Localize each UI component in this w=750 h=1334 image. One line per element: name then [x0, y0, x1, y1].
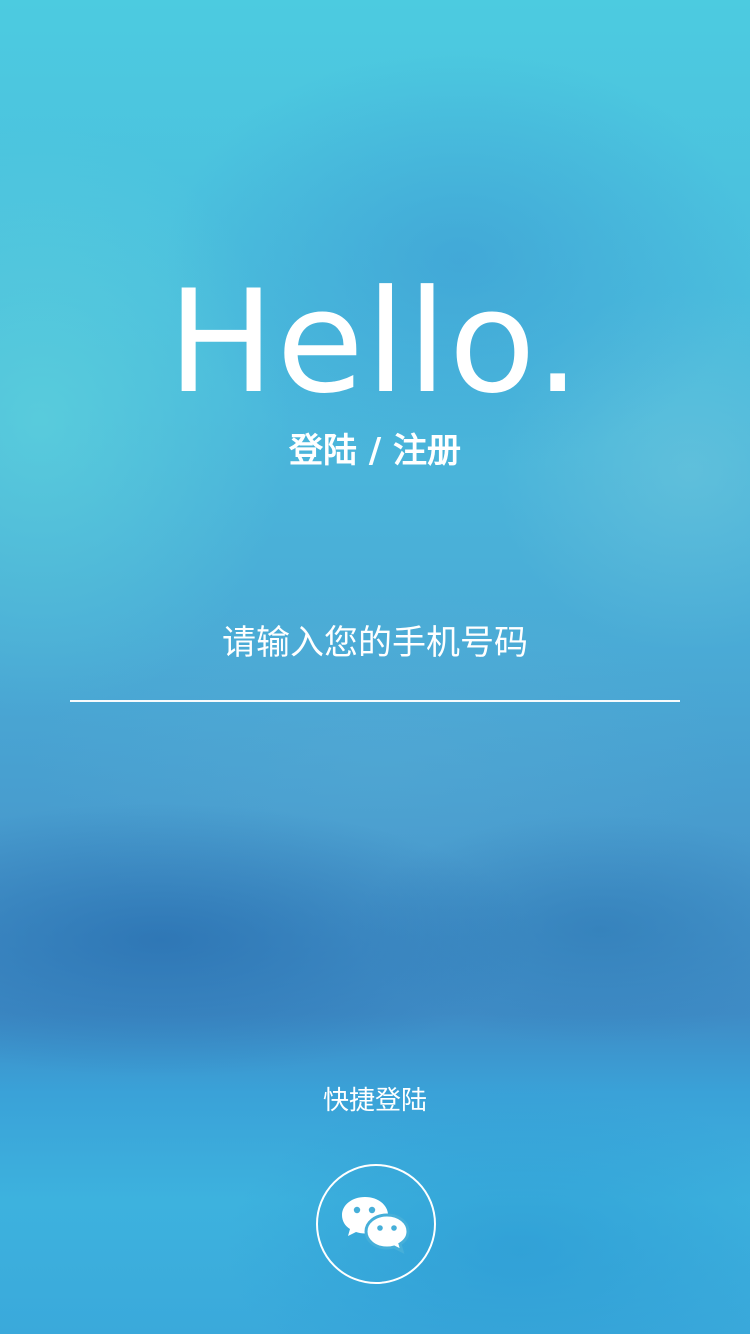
phone-input-underline: [70, 700, 680, 702]
quick-login-label: 快捷登陆: [322, 1086, 427, 1116]
phone-number-input[interactable]: [70, 612, 680, 674]
wechat-icon: [340, 1193, 412, 1255]
login-register-subtitle: 登陆 / 注册: [288, 431, 462, 471]
hero-greeting: Hello.: [167, 260, 583, 425]
login-screen: Hello. 登陆 / 注册 快捷登陆: [0, 0, 750, 1334]
wechat-login-button[interactable]: [316, 1164, 436, 1284]
